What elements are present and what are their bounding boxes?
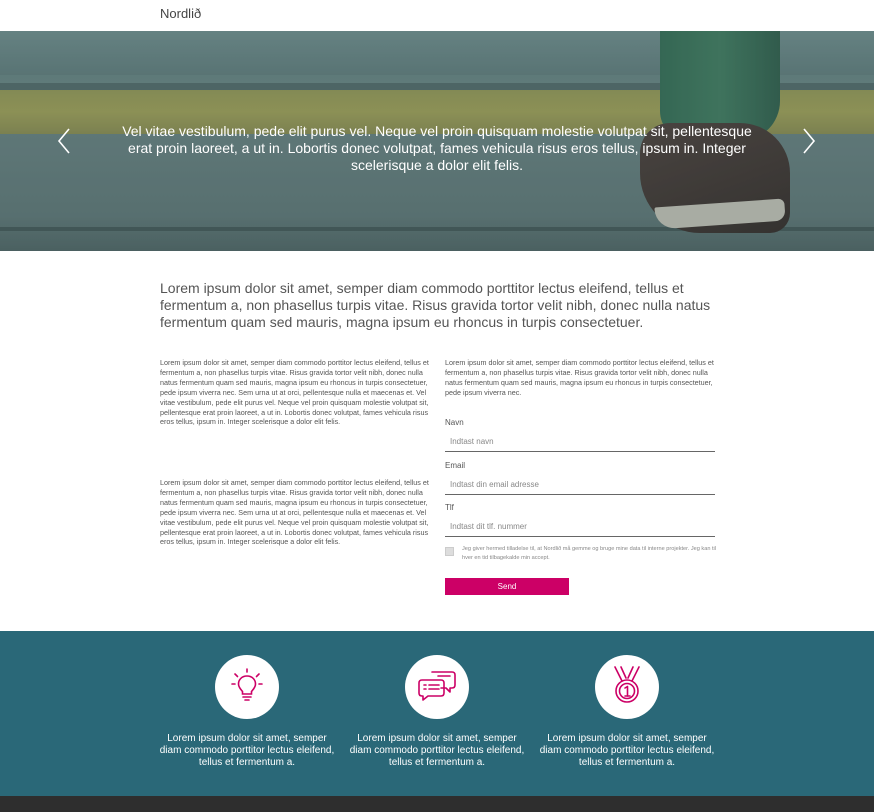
lightbulb-icon: [229, 667, 265, 708]
site-header: Nordlið: [0, 0, 874, 31]
hero-carousel: Vel vitae vestibulum, pede elit purus ve…: [0, 31, 874, 251]
feature-text: Lorem ipsum dolor sit amet, semper diam …: [349, 733, 525, 768]
phone-field[interactable]: [445, 517, 715, 537]
chevron-right-icon[interactable]: [798, 127, 818, 155]
intro-text: Lorem ipsum dolor sit amet, semper diam …: [160, 280, 711, 330]
hero-caption: Vel vitae vestibulum, pede elit purus ve…: [122, 123, 752, 173]
consent-text: Jeg giver hermed tilladelse til, at Nord…: [462, 546, 717, 561]
feature-icon-circle: [215, 655, 279, 719]
name-field[interactable]: [445, 432, 715, 452]
name-label: Navn: [445, 418, 464, 427]
feature-icon-circle: [595, 655, 659, 719]
left-column-paragraph-1: Lorem ipsum dolor sit amet, semper diam …: [160, 358, 429, 427]
phone-label: Tlf: [445, 503, 454, 512]
form-intro-text: Lorem ipsum dolor sit amet, semper diam …: [445, 358, 714, 397]
chevron-left-icon[interactable]: [55, 127, 75, 155]
medal-icon: [609, 665, 645, 710]
consent-checkbox[interactable]: [445, 547, 454, 556]
email-field[interactable]: [445, 475, 715, 495]
left-column-paragraph-2: Lorem ipsum dolor sit amet, semper diam …: [160, 478, 429, 547]
send-button[interactable]: Send: [445, 578, 569, 595]
site-footer: [0, 796, 874, 812]
brand-logo-text[interactable]: Nordlið: [160, 6, 201, 21]
chat-bubbles-icon: [417, 667, 457, 708]
feature-icon-circle: [405, 655, 469, 719]
email-label: Email: [445, 461, 466, 470]
feature-text: Lorem ipsum dolor sit amet, semper diam …: [159, 733, 335, 768]
features-section: Lorem ipsum dolor sit amet, semper diam …: [0, 631, 874, 796]
feature-text: Lorem ipsum dolor sit amet, semper diam …: [539, 733, 715, 768]
